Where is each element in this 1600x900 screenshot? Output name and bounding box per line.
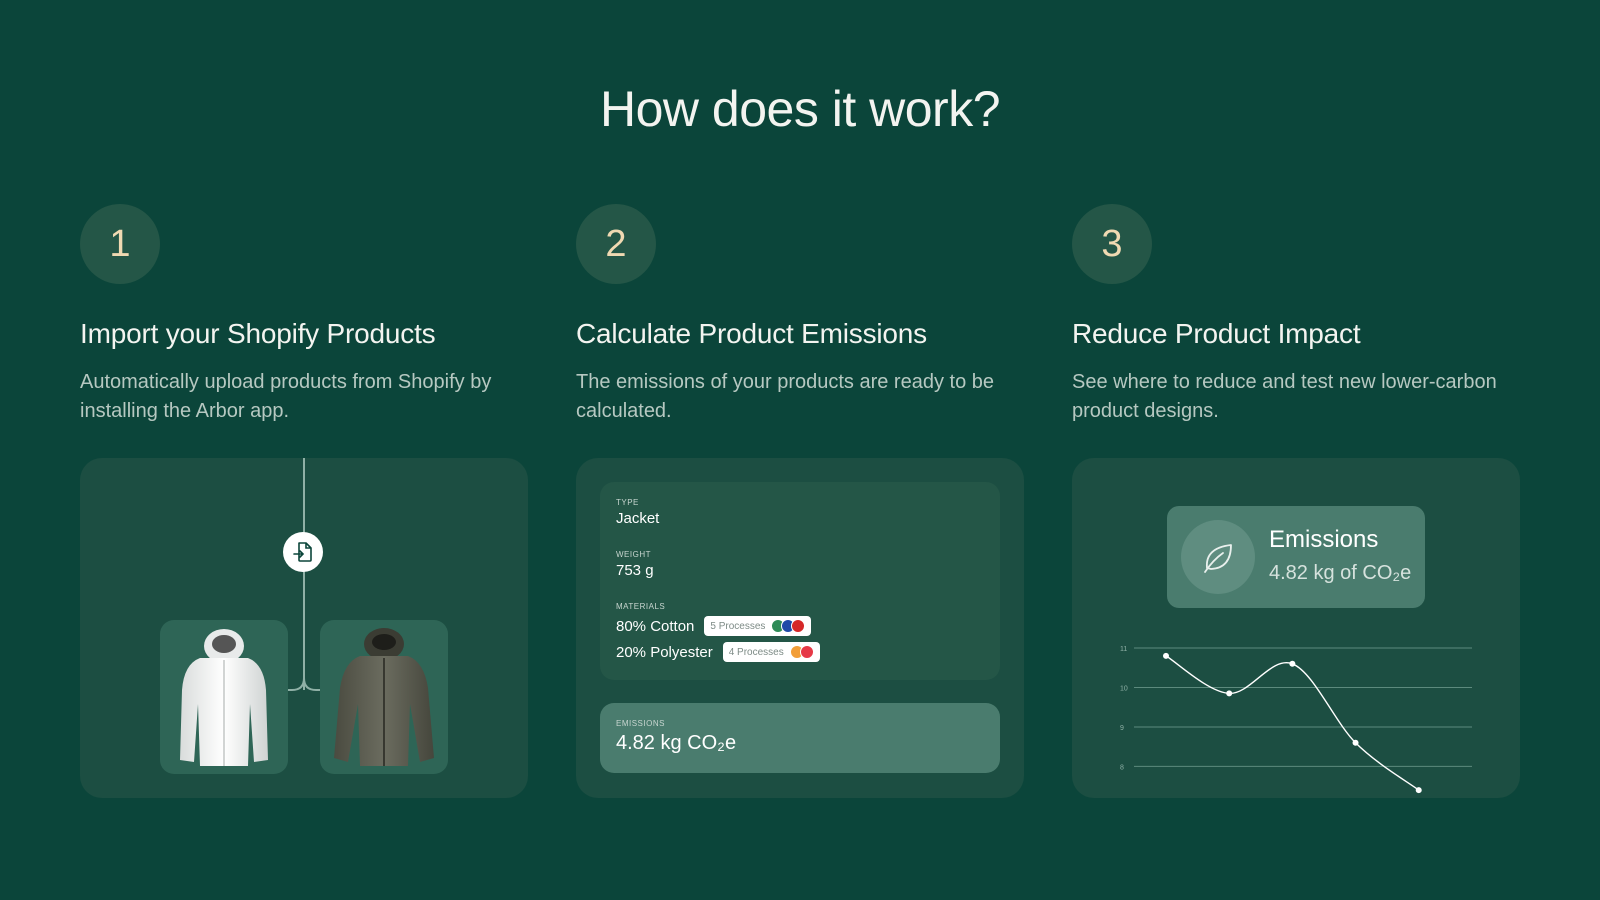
emissions-chart-card: 11 10 9 8 Emissions 4.82 kg of CO₂e [1072, 458, 1520, 798]
materials-field: MATERIALS 80% Cotton 5 Processes 20% Pol… [616, 602, 820, 663]
olive-jacket-image [320, 620, 448, 774]
materials-label: MATERIALS [616, 602, 666, 611]
material-row: 80% Cotton 5 Processes [616, 615, 820, 637]
emissions-field: EMISSIONS 4.82 kg CO₂e [616, 719, 736, 755]
processes-chip[interactable]: 5 Processes [704, 616, 812, 636]
type-field: TYPE Jacket [616, 498, 659, 527]
weight-value: 753 g [616, 562, 654, 579]
step-number-badge: 2 [576, 204, 656, 284]
y-tick-label: 11 [1120, 646, 1127, 653]
emissions-number: 4.82 [616, 732, 655, 754]
data-point [1415, 787, 1422, 794]
white-jacket-image [160, 620, 288, 774]
flag-icon [791, 619, 806, 633]
processes-label: 4 Processes [728, 646, 784, 658]
badge-value: 4.82 kg of CO₂e [1269, 562, 1412, 584]
emissions-label: EMISSIONS [616, 719, 665, 728]
step-description: The emissions of your products are ready… [576, 371, 994, 422]
step-title: Reduce Product Impact [1072, 318, 1361, 349]
y-tick-label: 10 [1120, 685, 1128, 692]
type-value: Jacket [616, 510, 660, 527]
emissions-unit: kg CO₂e [660, 732, 737, 754]
badge-title: Emissions [1269, 526, 1379, 553]
weight-label: WEIGHT [616, 550, 651, 559]
material-row: 20% Polyester 4 Processes [616, 641, 820, 663]
step-description: Automatically upload products from Shopi… [80, 371, 492, 422]
step-3: 3 Reduce Product Impact See where to red… [1072, 204, 1520, 426]
processes-chip[interactable]: 4 Processes [722, 642, 820, 662]
import-file-icon [283, 532, 323, 572]
data-point [1289, 660, 1296, 667]
emissions-value: 4.82 kg CO₂e [616, 732, 736, 755]
emissions-panel: EMISSIONS 4.82 kg CO₂e [600, 703, 1000, 773]
flag-icon [799, 645, 814, 659]
import-illustration-card [80, 458, 528, 798]
step-number-badge: 1 [80, 204, 160, 284]
product-details-card: TYPE Jacket WEIGHT 753 g MATERIALS 80% C… [576, 458, 1024, 798]
material-name: 20% Polyester [616, 643, 713, 661]
emissions-series-line [1165, 655, 1420, 791]
step-2: 2 Calculate Product Emissions The emissi… [576, 204, 1024, 426]
type-label: TYPE [616, 498, 639, 507]
processes-label: 5 Processes [710, 620, 766, 632]
product-attributes-panel: TYPE Jacket WEIGHT 753 g MATERIALS 80% C… [600, 482, 1000, 680]
data-point [1352, 739, 1359, 746]
emissions-badge: Emissions 4.82 kg of CO₂e [1167, 506, 1425, 608]
step-1: 1 Import your Shopify Products Automatic… [80, 204, 528, 426]
weight-field: WEIGHT 753 g [616, 550, 654, 579]
step-description: See where to reduce and test new lower-c… [1072, 371, 1497, 422]
step-title: Import your Shopify Products [80, 318, 436, 349]
step-number-badge: 3 [1072, 204, 1152, 284]
y-tick-label: 8 [1120, 764, 1124, 771]
data-point [1226, 690, 1233, 697]
y-tick-label: 9 [1120, 725, 1124, 732]
leaf-icon [1181, 520, 1255, 594]
step-title: Calculate Product Emissions [576, 318, 927, 349]
material-name: 80% Cotton [616, 617, 695, 635]
country-flags [771, 619, 806, 633]
data-point [1163, 652, 1169, 659]
country-flags [789, 645, 814, 659]
page-heading: How does it work? [600, 81, 1001, 137]
